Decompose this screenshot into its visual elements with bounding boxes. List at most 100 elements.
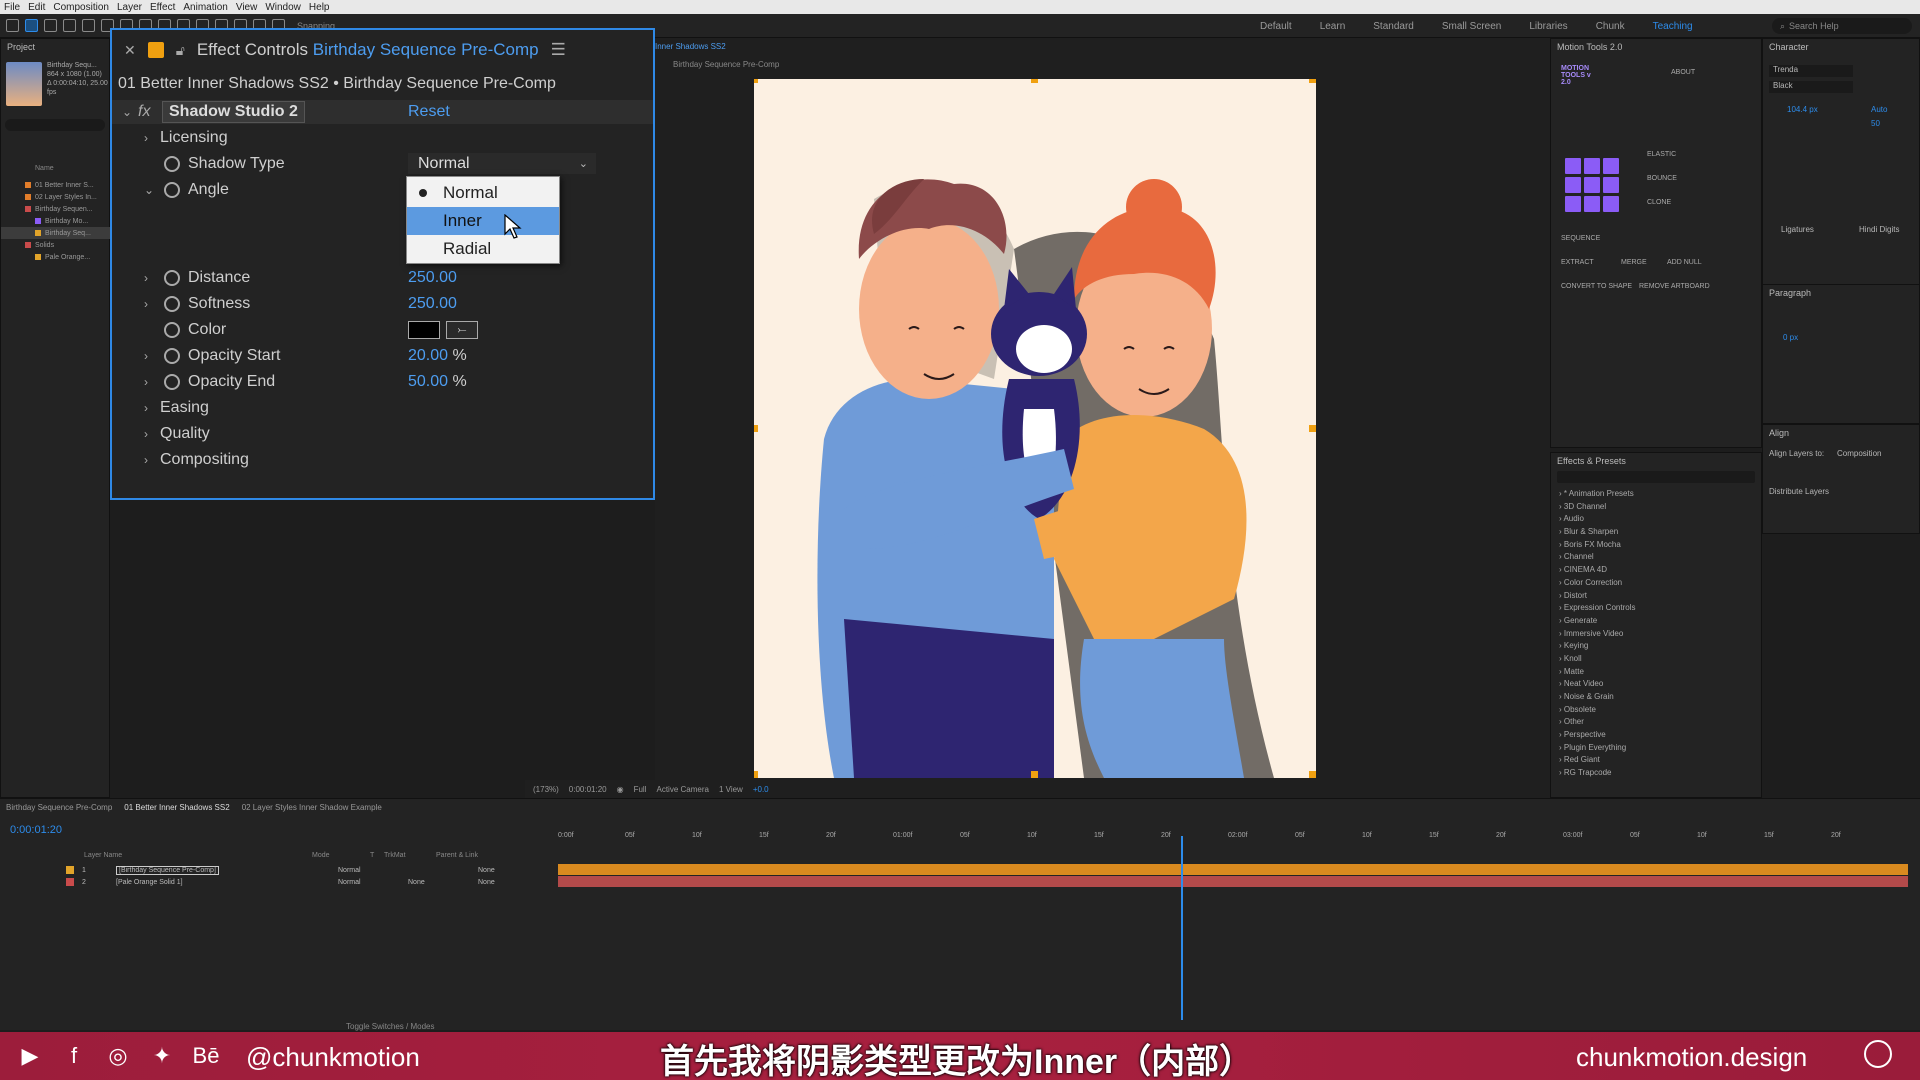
softness-value[interactable]: 250.00	[408, 295, 457, 313]
about-button[interactable]: ABOUT	[1671, 69, 1695, 76]
youtube-icon[interactable]: ▶	[16, 1042, 44, 1070]
effects-category-item[interactable]: › Other	[1551, 717, 1761, 730]
color-swatch[interactable]	[408, 321, 440, 339]
layer-bar[interactable]	[558, 876, 1908, 887]
menu-animation[interactable]: Animation	[183, 2, 227, 13]
effect-controls-comp-name[interactable]: Birthday Sequence Pre-Comp	[313, 40, 539, 59]
opacity-start-value[interactable]: 20.00 %	[408, 347, 467, 365]
licensing-group[interactable]: › Licensing	[112, 126, 653, 150]
timeline-tab[interactable]: 02 Layer Styles Inner Shadow Example	[242, 803, 382, 812]
hand-tool-icon[interactable]	[44, 19, 57, 32]
effects-category-item[interactable]: › Neat Video	[1551, 679, 1761, 692]
exposure-value[interactable]: +0.0	[753, 785, 769, 794]
compositing-group[interactable]: › Compositing	[112, 448, 653, 472]
close-icon[interactable]: ✕	[124, 42, 136, 59]
effects-presets-tab[interactable]: Effects & Presets	[1551, 453, 1761, 469]
menu-edit[interactable]: Edit	[28, 2, 45, 13]
chevron-right-icon[interactable]: ›	[144, 453, 148, 467]
ligatures-checkbox[interactable]: Ligatures	[1781, 225, 1814, 234]
project-tab[interactable]: Project	[1, 39, 109, 55]
paragraph-tab[interactable]: Paragraph	[1763, 285, 1919, 301]
shadow-type-select[interactable]: Normal ⌄	[408, 153, 596, 174]
leading-value[interactable]: Auto	[1871, 105, 1887, 114]
composition-tab[interactable]: Inner Shadows SS2	[655, 42, 726, 51]
effects-category-item[interactable]: › * Animation Presets	[1551, 489, 1761, 502]
effects-category-item[interactable]: › Blur & Sharpen	[1551, 527, 1761, 540]
panel-menu-icon[interactable]: ☰	[551, 40, 566, 60]
transform-handle[interactable]	[754, 771, 758, 778]
stopwatch-icon[interactable]	[164, 270, 180, 286]
chevron-down-icon[interactable]: ⌄	[122, 105, 132, 119]
transform-handle[interactable]	[1031, 79, 1038, 83]
rotate-tool-icon[interactable]	[82, 19, 95, 32]
effects-category-item[interactable]: › Expression Controls	[1551, 603, 1761, 616]
effects-category-item[interactable]: › 3D Channel	[1551, 502, 1761, 515]
lock-icon[interactable]: 🔓︎	[176, 42, 185, 59]
playhead[interactable]	[1181, 836, 1183, 1020]
effects-category-item[interactable]: › Color Correction	[1551, 578, 1761, 591]
chevron-right-icon[interactable]: ›	[144, 375, 148, 389]
transform-handle[interactable]	[1309, 79, 1316, 83]
view-layout-dropdown[interactable]: 1 View	[719, 785, 743, 794]
effects-category-item[interactable]: › Obsolete	[1551, 705, 1761, 718]
layer-bar[interactable]	[558, 864, 1908, 875]
list-item[interactable]: Birthday Sequen...	[1, 203, 111, 215]
behance-icon[interactable]: Bē	[192, 1042, 220, 1070]
distance-value[interactable]: 250.00	[408, 269, 457, 287]
current-time[interactable]: 0:00:01:20	[569, 785, 607, 794]
effects-category-item[interactable]: › Immersive Video	[1551, 629, 1761, 642]
effects-category-item[interactable]: › Distort	[1551, 591, 1761, 604]
convert-to-shape-button[interactable]: CONVERT TO SHAPE	[1561, 283, 1632, 290]
instagram-icon[interactable]: ◎	[104, 1042, 132, 1070]
toggle-switches-modes[interactable]: Toggle Switches / Modes	[346, 1022, 435, 1031]
bounce-button[interactable]: BOUNCE	[1647, 175, 1677, 182]
chevron-right-icon[interactable]: ›	[144, 427, 148, 441]
effect-header-row[interactable]: ⌄ fx Shadow Studio 2 Reset	[112, 100, 653, 124]
camera-dropdown[interactable]: Active Camera	[656, 785, 708, 794]
layer-mode-select[interactable]: Normal	[338, 879, 361, 886]
home-icon[interactable]	[6, 19, 19, 32]
chevron-right-icon[interactable]: ›	[144, 401, 148, 415]
menu-layer[interactable]: Layer	[117, 2, 142, 13]
effects-category-item[interactable]: › CINEMA 4D	[1551, 565, 1761, 578]
menu-window[interactable]: Window	[265, 2, 301, 13]
effects-category-item[interactable]: › Keying	[1551, 641, 1761, 654]
transform-handle[interactable]	[754, 425, 758, 432]
list-item[interactable]: Birthday Seq...	[1, 227, 111, 239]
list-item[interactable]: 02 Layer Styles In...	[1, 191, 111, 203]
chevron-right-icon[interactable]: ›	[144, 271, 148, 285]
sequence-button[interactable]: SEQUENCE	[1561, 235, 1600, 242]
workspace-learn[interactable]: Learn	[1320, 21, 1346, 32]
workspace-standard[interactable]: Standard	[1373, 21, 1414, 32]
twitter-icon[interactable]: ✦	[148, 1042, 176, 1070]
layer-name[interactable]: [Pale Orange Solid 1]	[116, 879, 183, 886]
merge-button[interactable]: MERGE	[1621, 259, 1647, 266]
camera-snapshot-icon[interactable]: ◉	[617, 785, 624, 794]
font-family-select[interactable]: Trenda	[1769, 65, 1853, 77]
zoom-tool-icon[interactable]	[63, 19, 76, 32]
stopwatch-icon[interactable]	[164, 296, 180, 312]
t-column[interactable]: T	[370, 852, 384, 859]
menu-help[interactable]: Help	[309, 2, 330, 13]
project-name-column[interactable]: Name	[1, 165, 111, 172]
transform-handle[interactable]	[754, 79, 758, 83]
workspace-chunk[interactable]: Chunk	[1596, 21, 1625, 32]
effects-category-item[interactable]: › Generate	[1551, 616, 1761, 629]
extract-button[interactable]: EXTRACT	[1561, 259, 1594, 266]
menu-view[interactable]: View	[236, 2, 258, 13]
workspace-default[interactable]: Default	[1260, 21, 1292, 32]
workspace-teaching[interactable]: Teaching	[1653, 21, 1693, 32]
transform-handle[interactable]	[1309, 771, 1316, 778]
fx-icon[interactable]: fx	[138, 103, 150, 121]
layer-name[interactable]: [Birthday Sequence Pre-Comp]	[116, 865, 219, 875]
elastic-button[interactable]: ELASTIC	[1647, 151, 1676, 158]
timeline-tab-active[interactable]: 01 Better Inner Shadows SS2	[124, 803, 229, 812]
time-ruler[interactable]: 0:00f 05f 10f 15f 20f 01:00f 05f 10f 15f 20f 02:00…	[558, 832, 1908, 846]
transform-handle[interactable]	[1309, 425, 1316, 432]
hindi-digits-checkbox[interactable]: Hindi Digits	[1859, 225, 1899, 234]
dropdown-option-normal[interactable]: Normal	[407, 179, 559, 207]
search-help-field[interactable]: ⌕ Search Help	[1772, 18, 1912, 34]
selection-tool-icon[interactable]	[25, 19, 38, 32]
parent-column[interactable]: Parent & Link	[436, 852, 478, 859]
anchor-grid[interactable]	[1565, 158, 1619, 212]
